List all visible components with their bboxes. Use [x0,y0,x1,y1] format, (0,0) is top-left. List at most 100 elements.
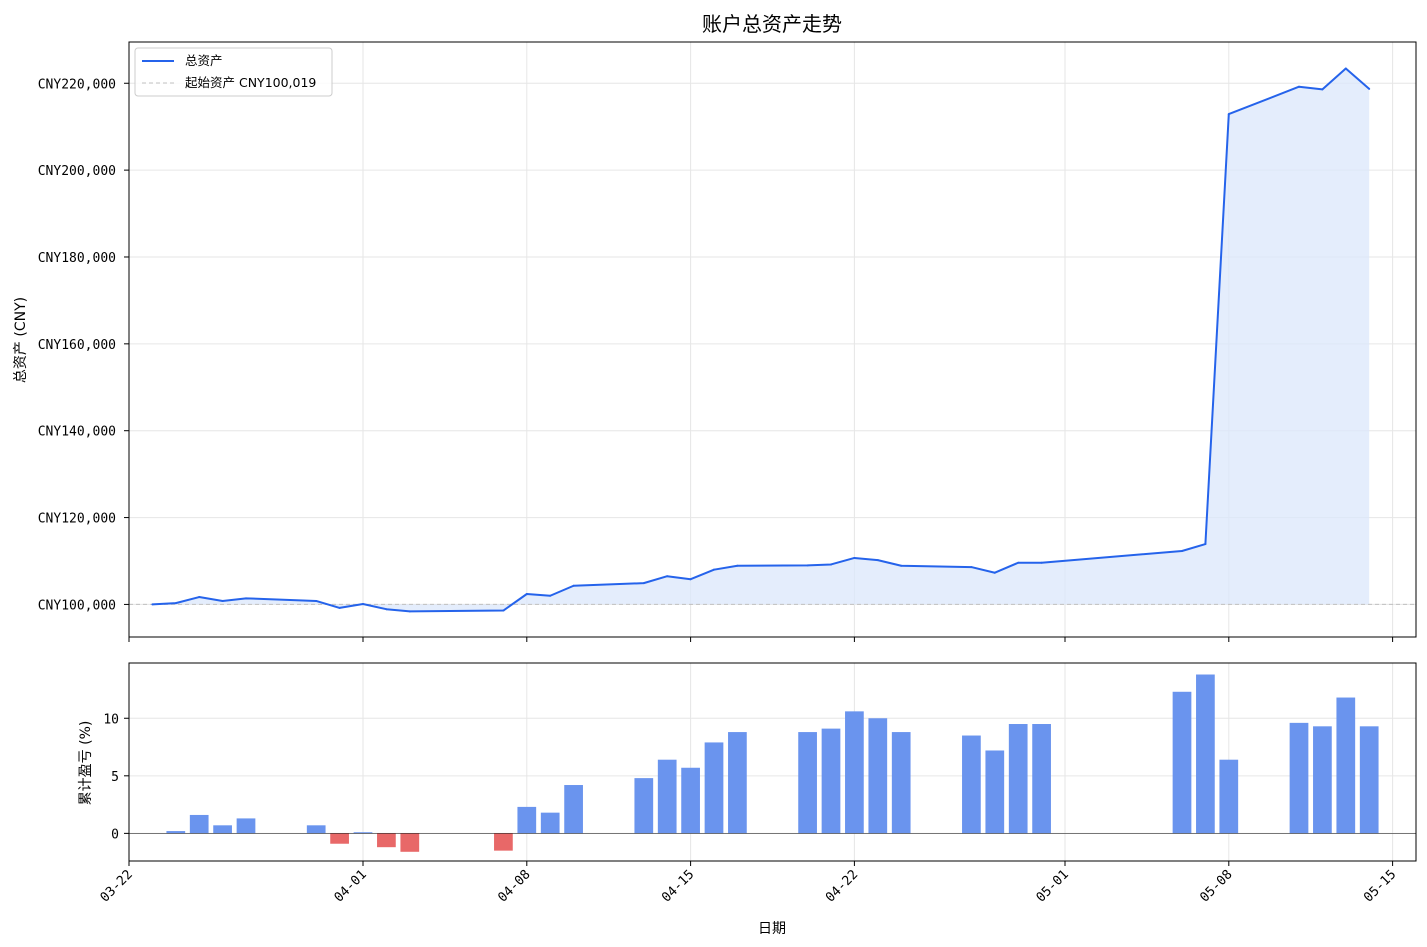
chart-figure: 账户总资产走势 CNY100,000CNY120,000CNY140,000CN… [13,12,1417,937]
pnl-bar [400,833,420,852]
pnl-bar [236,818,256,834]
x-tick-label: 05-15 [1361,867,1399,905]
pnl-bar [1172,691,1192,834]
legend: 总资产 起始资产 CNY100,019 [134,47,333,97]
bottom-x-axis: 03-22 04-01 04-08 04-15 04-22 05-01 05-08 05-15 [98,861,1399,906]
total-assets-point [198,596,201,599]
total-assets-point [502,609,505,612]
total-assets-point [408,610,411,613]
pnl-bar [1359,726,1379,834]
top-area-fill-layer [152,68,1370,612]
total-assets-point [362,602,364,605]
x-tick-label: 04-15 [659,867,697,905]
total-assets-point [876,559,879,562]
x-tick-label: 04-01 [332,867,370,905]
pnl-bar [798,732,817,834]
top-y-tick-label: CNY220,000 [38,77,116,92]
pnl-bar [166,831,186,834]
x-tick-label: 05-08 [1197,867,1235,905]
x-tick-label: 04-08 [495,867,533,905]
pnl-bar [213,825,232,834]
pnl-bar [494,833,513,851]
total-assets-point [1321,88,1324,91]
top-y-tick-label: CNY180,000 [38,251,116,266]
total-assets-point [666,575,669,578]
total-assets-point [1204,543,1207,546]
x-tick-label: 04-22 [823,867,861,905]
pnl-bar [1336,697,1356,834]
total-assets-point [642,582,645,585]
bottom-y-tick-label: 0 [111,827,119,842]
total-assets-point [853,556,856,559]
pnl-bar [306,825,326,834]
total-assets-point [970,566,973,569]
total-assets-point [1017,561,1020,564]
total-assets-line [152,67,1370,613]
total-assets-point [1040,561,1043,564]
pnl-bar [821,728,841,834]
top-y-tick-label: CNY160,000 [38,338,116,353]
total-assets-point [572,584,575,587]
total-assets-point [174,602,177,605]
total-assets-point [549,594,552,597]
bottom-y-tick-label: 10 [103,712,119,727]
total-assets-point [1368,87,1371,90]
total-assets-point [221,599,224,602]
total-assets-point [1298,85,1300,88]
x-tick-label: 03-22 [98,867,136,905]
pnl-bar [540,812,560,834]
pnl-bar [868,718,888,834]
total-assets-point [993,571,996,574]
chart-title: 账户总资产走势 [702,12,842,36]
total-assets-point [1181,550,1183,553]
pnl-bar [377,833,396,848]
pnl-bar [657,759,677,834]
total-assets-point [525,593,528,596]
pnl-bar [845,711,864,834]
total-assets-point [900,564,903,567]
pnl-bar [564,785,583,834]
pnl-bar [634,778,654,834]
pnl-bar [1289,722,1309,834]
pnl-bar [1196,674,1215,834]
pnl-bar [681,767,700,834]
total-assets-point [713,568,715,571]
total-assets-point [315,599,318,602]
pnl-bar [891,732,911,834]
pnl-bar [962,735,981,834]
total-assets-point [245,597,247,600]
total-assets-point [385,608,388,611]
total-assets-point [151,603,154,606]
top-y-axis: CNY100,000 CNY120,000 CNY140,000 CNY160,000… [38,77,129,613]
x-axis-label: 日期 [758,921,786,937]
pnl-bar [1219,759,1239,834]
pnl-bar [330,833,349,844]
pnl-bar [728,732,747,834]
pnl-bar [1008,724,1028,834]
bottom-bars-layer [129,674,1416,852]
top-y-tick-label: CNY140,000 [38,425,116,440]
pnl-bar [1313,726,1332,834]
pnl-bar [704,742,724,834]
x-tick-label: 05-01 [1034,867,1072,905]
bottom-y-tick-label: 5 [111,770,119,785]
pnl-bar [189,814,209,834]
total-assets-point [830,563,832,566]
bottom-y-axis-label: 累计盈亏 (%) [78,721,94,806]
top-y-tick-label: CNY120,000 [38,512,116,527]
pnl-bar [517,806,537,834]
top-y-tick-label: CNY200,000 [38,164,116,179]
total-assets-area-fill [152,68,1370,612]
total-assets-point [806,564,809,567]
total-assets-point [736,564,739,567]
bottom-y-axis: 0 5 10 [103,712,129,842]
pnl-bar [1032,724,1051,834]
top-y-axis-label: 总资产 (CNY) [13,297,29,383]
total-assets-point [1227,113,1230,116]
top-x-axis-ticks [128,637,1394,642]
total-assets-point [1344,67,1347,70]
total-assets-point [338,606,341,609]
top-y-tick-label: CNY100,000 [38,598,116,613]
legend-entry-baseline: 起始资产 CNY100,019 [185,75,316,90]
total-assets-point [689,578,692,581]
